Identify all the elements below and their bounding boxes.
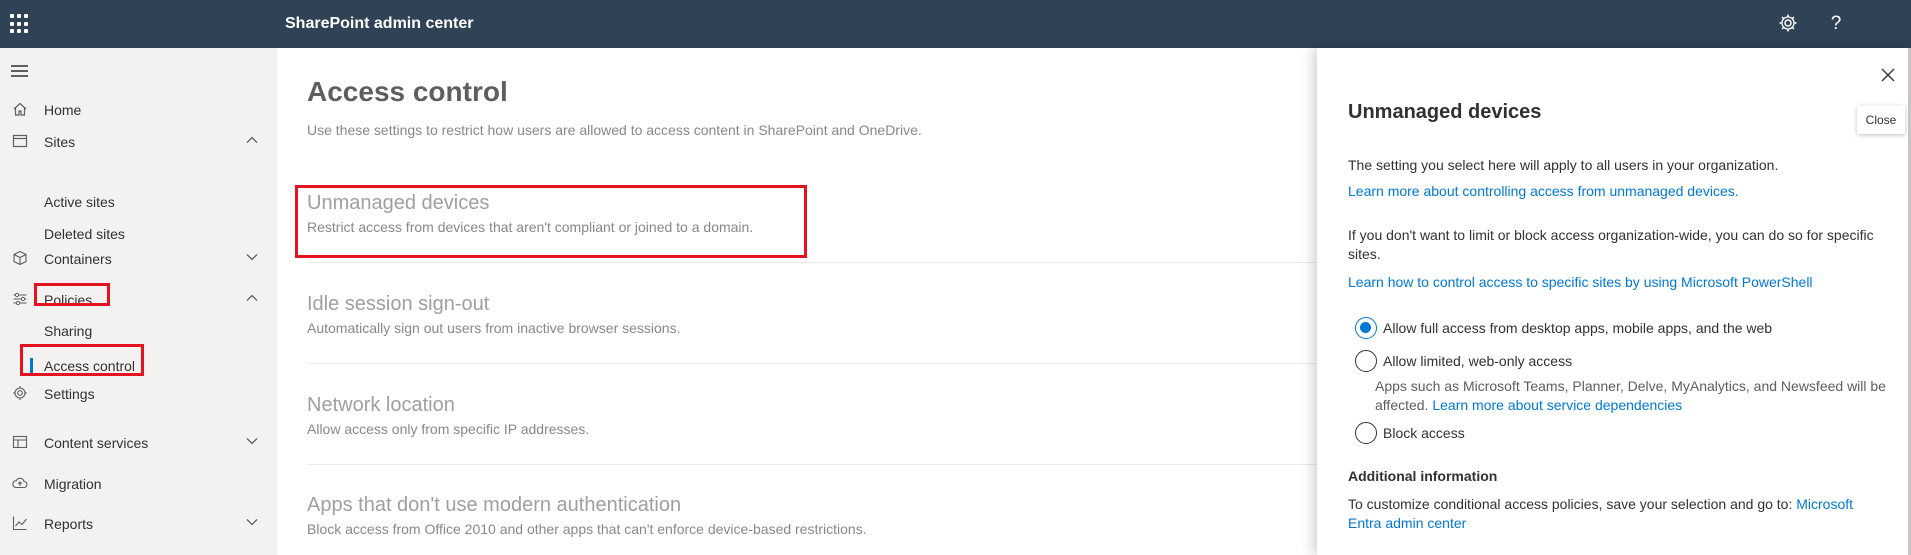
radio-label[interactable]: Block access bbox=[1383, 425, 1465, 441]
close-tooltip: Close bbox=[1857, 106, 1905, 134]
additional-info-body: To customize conditional access policies… bbox=[1348, 496, 1793, 512]
main-content: Access control Use these settings to res… bbox=[277, 48, 1317, 555]
help-icon[interactable]: ? bbox=[1825, 13, 1847, 35]
gear-icon bbox=[11, 385, 29, 403]
chevron-down-icon[interactable] bbox=[244, 249, 260, 265]
service-dependencies-link[interactable]: Learn more about service dependencies bbox=[1432, 397, 1682, 413]
highlight-box bbox=[295, 185, 807, 258]
app-launcher-icon[interactable] bbox=[10, 14, 30, 34]
chevron-up-icon[interactable] bbox=[244, 132, 260, 148]
nav-item-label: Migration bbox=[44, 476, 102, 492]
app-title[interactable]: SharePoint admin center bbox=[285, 15, 474, 33]
chevron-down-icon[interactable] bbox=[244, 433, 260, 449]
additional-info-text: To customize conditional access policies… bbox=[1348, 495, 1888, 533]
migration-icon bbox=[11, 475, 29, 493]
additional-info-heading: Additional information bbox=[1348, 468, 1498, 484]
powershell-link[interactable]: Learn how to control access to specific … bbox=[1348, 273, 1813, 292]
setting-description: Allow access only from specific IP addre… bbox=[307, 421, 590, 437]
radio-description: Apps such as Microsoft Teams, Planner, D… bbox=[1375, 377, 1895, 415]
top-bar: SharePoint admin center ? bbox=[0, 0, 1911, 48]
nav-item-label: Reports bbox=[44, 516, 94, 532]
setting-description: Block access from Office 2010 and other … bbox=[307, 521, 867, 537]
nav-item-label: Sites bbox=[44, 134, 76, 150]
nav-item-label: Containers bbox=[44, 251, 112, 267]
nav-item-content-services[interactable]: Content services bbox=[0, 427, 277, 459]
policies-icon bbox=[11, 291, 29, 309]
nav-item-home[interactable]: Home bbox=[0, 94, 277, 126]
nav-item-label: Sharing bbox=[44, 323, 93, 339]
setting-title[interactable]: Apps that don't use modern authenticatio… bbox=[307, 494, 1317, 517]
chevron-up-icon[interactable] bbox=[244, 290, 260, 306]
radio-label[interactable]: Allow limited, web-only access bbox=[1383, 353, 1572, 369]
page-description: Use these settings to restrict how users… bbox=[307, 122, 922, 138]
nav-item-settings[interactable]: Settings bbox=[0, 378, 277, 410]
radio-block-access[interactable] bbox=[1355, 422, 1377, 444]
panel-intro: The setting you select here will apply t… bbox=[1348, 157, 1779, 173]
unmanaged-devices-panel: Close Unmanaged devices The setting you … bbox=[1317, 48, 1911, 555]
setting-network-location[interactable]: Network location Allow access only from … bbox=[307, 394, 1317, 437]
setting-idle-session-sign-out[interactable]: Idle session sign-out Automatically sign… bbox=[307, 293, 1317, 336]
radio-full-access[interactable] bbox=[1355, 317, 1377, 339]
setting-title[interactable]: Idle session sign-out bbox=[307, 293, 1317, 316]
nav-item-label: Home bbox=[44, 102, 82, 118]
nav-item-migration[interactable]: Migration bbox=[0, 468, 277, 500]
chevron-down-icon[interactable] bbox=[244, 514, 260, 530]
nav-item-sites[interactable]: Sites bbox=[0, 126, 277, 158]
content-services-icon bbox=[11, 434, 29, 452]
setting-title[interactable]: Network location bbox=[307, 394, 1317, 417]
close-icon[interactable] bbox=[1877, 64, 1899, 86]
hamburger-menu-icon[interactable] bbox=[11, 65, 28, 77]
containers-icon bbox=[11, 250, 29, 268]
nav-item-sharing[interactable]: Sharing bbox=[0, 315, 277, 347]
gear-icon[interactable] bbox=[1777, 13, 1799, 35]
home-icon bbox=[11, 101, 29, 119]
learn-more-link[interactable]: Learn more about controlling access from… bbox=[1348, 182, 1739, 201]
sites-icon bbox=[11, 133, 29, 151]
divider bbox=[307, 262, 1317, 263]
setting-apps-modern-auth[interactable]: Apps that don't use modern authenticatio… bbox=[307, 494, 1317, 537]
nav-item-containers[interactable]: Containers bbox=[0, 243, 277, 275]
nav-item-active-sites[interactable]: Active sites bbox=[0, 186, 277, 218]
highlight-box bbox=[20, 344, 144, 376]
divider bbox=[307, 464, 1317, 465]
radio-label[interactable]: Allow full access from desktop apps, mob… bbox=[1383, 320, 1772, 336]
highlight-box bbox=[34, 283, 110, 306]
nav-item-label: Content services bbox=[44, 435, 149, 451]
nav-item-reports[interactable]: Reports bbox=[0, 508, 277, 540]
divider bbox=[307, 363, 1317, 364]
radio-limited-access[interactable] bbox=[1355, 350, 1377, 372]
page-title: Access control bbox=[307, 76, 508, 107]
nav-item-label: Settings bbox=[44, 386, 95, 402]
panel-title: Unmanaged devices bbox=[1348, 101, 1542, 123]
nav-item-label: Deleted sites bbox=[44, 226, 125, 242]
reports-icon bbox=[11, 515, 29, 533]
nav-item-label: Active sites bbox=[44, 194, 115, 210]
setting-description: Automatically sign out users from inacti… bbox=[307, 320, 681, 336]
panel-sites-text: If you don't want to limit or block acce… bbox=[1348, 227, 1874, 262]
